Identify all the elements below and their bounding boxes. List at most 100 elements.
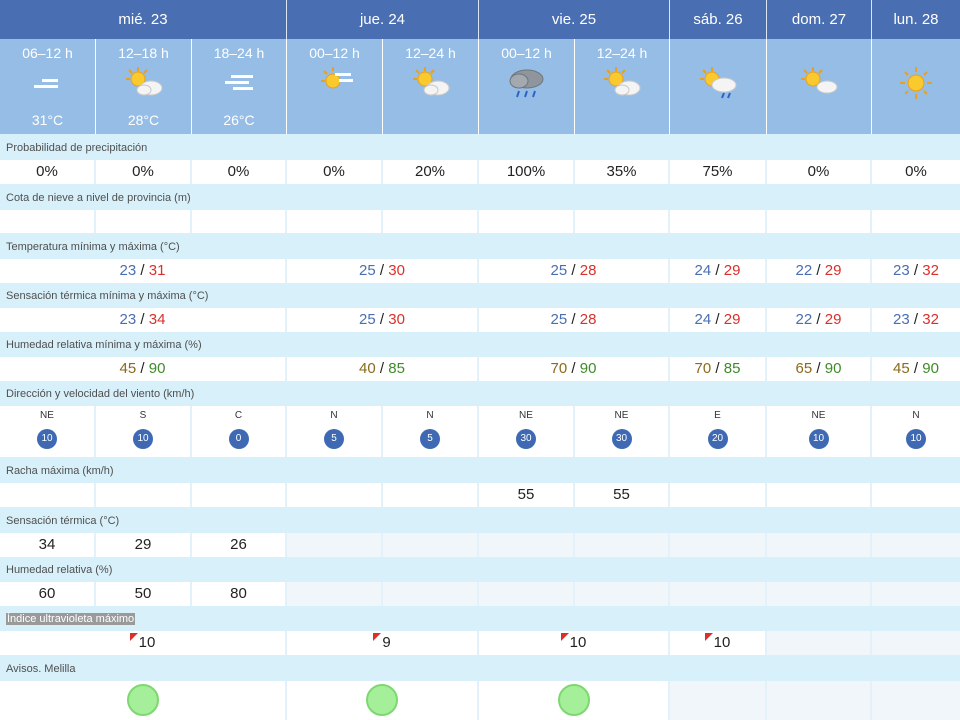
separator: / bbox=[816, 360, 821, 377]
hum-row: 45 / 90 40 / 85 70 / 90 70 / 85 65 / 90 … bbox=[0, 357, 960, 381]
uv-cell: 10 bbox=[0, 631, 287, 655]
feel-max: 28 bbox=[579, 311, 597, 328]
feel-cell: 23 / 34 bbox=[0, 308, 287, 332]
separator: / bbox=[571, 262, 576, 279]
period-label: 00–12 h bbox=[309, 45, 360, 61]
snow-cell bbox=[0, 210, 96, 233]
row-label-snow: Cota de nieve a nivel de provincia (m) bbox=[0, 184, 960, 210]
temp-max: 29 bbox=[723, 262, 741, 279]
temp-max: 31 bbox=[148, 262, 166, 279]
uv-flag-icon bbox=[560, 633, 569, 641]
hum2-cell bbox=[575, 582, 670, 606]
feel-cell: 23 / 32 bbox=[872, 308, 960, 332]
separator: / bbox=[379, 262, 385, 279]
hum2-cell bbox=[872, 582, 960, 606]
precip-cell: 0% bbox=[872, 160, 960, 184]
wind-direction: N bbox=[426, 410, 434, 421]
precip-cell: 0% bbox=[0, 160, 96, 184]
wind-speed-badge: 30 bbox=[611, 429, 632, 449]
feel-cell: 22 / 29 bbox=[767, 308, 872, 332]
temp-min: 24 bbox=[694, 262, 712, 279]
separator: / bbox=[715, 262, 720, 279]
days-header: mié. 23 jue. 24 vie. 25 sáb. 26 dom. 27 … bbox=[0, 0, 960, 39]
period-label: 12–24 h bbox=[596, 45, 648, 61]
hum-max: 90 bbox=[579, 360, 597, 377]
period-label: 18–24 h bbox=[213, 45, 265, 61]
feel-min: 24 bbox=[694, 311, 712, 328]
snow-cell bbox=[575, 210, 670, 233]
wind-direction: S bbox=[139, 410, 147, 421]
hum-min: 70 bbox=[694, 360, 712, 377]
wind-direction: NE bbox=[614, 410, 629, 421]
separator: / bbox=[913, 262, 919, 279]
avisos-cell bbox=[287, 681, 479, 720]
avisos-cell bbox=[767, 681, 872, 720]
wind-direction: NE bbox=[811, 410, 826, 421]
temp-cell: 24 / 29 bbox=[670, 259, 767, 283]
gust-cell bbox=[287, 483, 383, 507]
hum-cell: 70 / 90 bbox=[479, 357, 670, 381]
feel-row: 23 / 34 25 / 30 25 / 28 24 / 29 22 / 29 … bbox=[0, 308, 960, 332]
period-cell bbox=[872, 39, 960, 134]
haze-icon bbox=[225, 75, 253, 90]
temp-cell: 23 / 31 bbox=[0, 259, 287, 283]
temp-min: 25 bbox=[550, 262, 568, 279]
separator: / bbox=[379, 360, 385, 377]
period-cell bbox=[670, 39, 767, 134]
gust-cell bbox=[192, 483, 287, 507]
temp-cell: 23 / 32 bbox=[872, 259, 960, 283]
sun-haze-icon bbox=[320, 67, 353, 89]
uv-value: 10 bbox=[569, 634, 587, 651]
wind-speed-badge: 0 bbox=[228, 429, 249, 449]
hum-max: 90 bbox=[148, 360, 166, 377]
day-header: jue. 24 bbox=[287, 0, 479, 39]
uv-value: 10 bbox=[138, 634, 156, 651]
hum2-cell: 80 bbox=[192, 582, 287, 606]
hum2-row: 60 50 80 bbox=[0, 582, 960, 606]
warning-level-green-icon[interactable] bbox=[126, 684, 159, 716]
hum-cell: 45 / 90 bbox=[0, 357, 287, 381]
uv-flag-icon bbox=[129, 633, 138, 641]
wind-direction: NE bbox=[519, 410, 533, 421]
snow-cell bbox=[670, 210, 767, 233]
uv-cell bbox=[872, 631, 960, 655]
feel-min: 25 bbox=[359, 311, 376, 328]
warning-level-green-icon[interactable] bbox=[366, 684, 398, 716]
feel2-cell bbox=[575, 533, 670, 557]
feel2-cell: 29 bbox=[96, 533, 192, 557]
feel-cell: 25 / 30 bbox=[287, 308, 479, 332]
snow-cell bbox=[479, 210, 575, 233]
snow-cell bbox=[96, 210, 192, 233]
period-label: 12–24 h bbox=[405, 45, 456, 61]
wind-direction: NE bbox=[40, 410, 54, 421]
separator: / bbox=[913, 311, 919, 328]
gust-cell bbox=[383, 483, 479, 507]
uv-value: 10 bbox=[713, 634, 731, 651]
wind-speed-badge: 5 bbox=[420, 429, 440, 449]
wind-direction: C bbox=[234, 410, 243, 421]
row-label-avisos: Avisos. Melilla bbox=[0, 655, 960, 681]
temp-cell: 25 / 30 bbox=[287, 259, 479, 283]
uv-cell: 9 bbox=[287, 631, 479, 655]
uv-flag-icon bbox=[373, 633, 382, 641]
feel2-cell bbox=[287, 533, 383, 557]
hum-cell: 45 / 90 bbox=[872, 357, 960, 381]
period-label: 06–12 h bbox=[22, 45, 73, 61]
precip-cell: 0% bbox=[287, 160, 383, 184]
feel-cell: 25 / 28 bbox=[479, 308, 670, 332]
hum-cell: 70 / 85 bbox=[670, 357, 767, 381]
warning-level-green-icon[interactable] bbox=[557, 684, 590, 716]
avisos-row bbox=[0, 681, 960, 720]
weather-forecast-table: mié. 23 jue. 24 vie. 25 sáb. 26 dom. 27 … bbox=[0, 0, 960, 720]
period-cell: 06–12 h 31°C bbox=[0, 39, 96, 134]
temp-min: 22 bbox=[795, 262, 813, 279]
sun-icon bbox=[900, 67, 932, 99]
uv-cell: 10 bbox=[479, 631, 670, 655]
hum-min: 65 bbox=[795, 360, 813, 377]
separator: / bbox=[816, 262, 821, 279]
gust-cell bbox=[767, 483, 872, 507]
feel-min: 23 bbox=[893, 311, 910, 328]
period-label: 00–12 h bbox=[501, 45, 552, 61]
period-temp: 31°C bbox=[31, 112, 64, 128]
wind-speed-badge: 10 bbox=[133, 429, 153, 449]
